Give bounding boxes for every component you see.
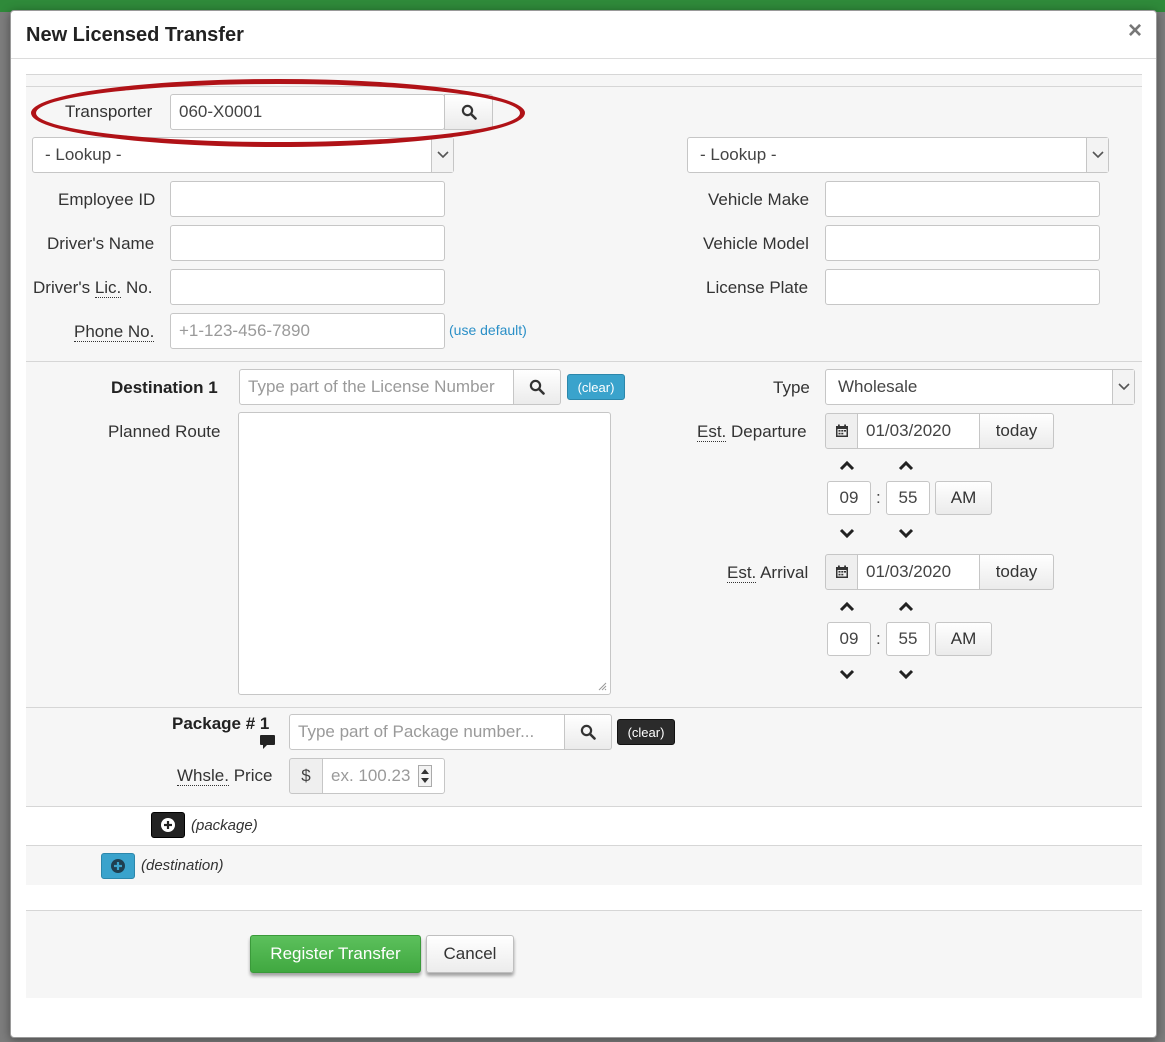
vehicle-make-input[interactable] (825, 181, 1100, 217)
departure-hour-input[interactable]: 09 (827, 481, 871, 515)
destination-search-button[interactable] (513, 369, 561, 405)
label-abbr: Phone No. (74, 322, 155, 342)
close-icon[interactable]: × (1128, 19, 1142, 43)
vehicle-model-input[interactable] (825, 225, 1100, 261)
drivers-license-label: Driver's Lic. No. (33, 278, 152, 298)
est-arrival-label: Est. Arrival (727, 563, 808, 583)
modal-footer (26, 911, 1142, 998)
register-transfer-button[interactable]: Register Transfer (250, 935, 421, 973)
label-part: Price (228, 766, 273, 785)
type-value: Wholesale (838, 377, 918, 396)
calendar-icon (835, 565, 848, 578)
est-departure-label: Est. Departure (697, 422, 807, 442)
departure-today-button[interactable]: today (979, 413, 1054, 449)
plus-circle-icon (111, 859, 125, 873)
transporter-search-button[interactable] (444, 94, 493, 130)
divider (26, 86, 1142, 87)
label-abbr: Est. (727, 563, 757, 583)
phone-input[interactable]: +1-123-456-7890 (170, 313, 445, 349)
time-separator: : (876, 629, 881, 648)
cancel-button[interactable]: Cancel (426, 935, 514, 973)
modal-title: New Licensed Transfer (26, 24, 244, 46)
package-search-button[interactable] (564, 714, 612, 750)
label-abbr: Est. (697, 422, 727, 442)
arrival-hour-down-icon[interactable] (837, 666, 857, 682)
calendar-icon (835, 424, 848, 437)
add-package-label: (package) (191, 817, 258, 834)
driver-lookup-select[interactable]: - Lookup - (32, 137, 454, 173)
arrival-minute-up-icon[interactable] (896, 599, 916, 615)
vehicle-lookup-select[interactable]: - Lookup - (687, 137, 1109, 173)
destination-clear-button[interactable]: (clear) (567, 374, 625, 400)
label-part: Driver's (33, 278, 95, 297)
divider (26, 806, 1142, 807)
arrival-ampm-button[interactable]: AM (935, 622, 992, 656)
driver-lookup-value: - Lookup - (45, 145, 122, 164)
arrival-hour-up-icon[interactable] (837, 599, 857, 615)
departure-date-input[interactable]: 01/03/2020 (857, 413, 980, 449)
departure-hour-up-icon[interactable] (837, 458, 857, 474)
type-select[interactable]: Wholesale (825, 369, 1135, 405)
departure-minute-input[interactable]: 55 (886, 481, 930, 515)
add-destination-button[interactable] (101, 853, 135, 879)
divider (26, 74, 1142, 75)
comment-icon[interactable] (260, 735, 275, 749)
vehicle-make-label: Vehicle Make (708, 190, 810, 209)
employee-id-label: Employee ID (58, 190, 156, 209)
drivers-name-input[interactable] (170, 225, 445, 261)
label-part: No. (121, 278, 153, 297)
use-default-link[interactable]: (use default) (449, 322, 527, 338)
plus-circle-icon (161, 818, 175, 832)
modal-header: New Licensed Transfer × (11, 11, 1156, 59)
search-icon (529, 379, 545, 395)
departure-ampm-button[interactable]: AM (935, 481, 992, 515)
label-part: Departure (726, 422, 807, 441)
transporter-label: Transporter (65, 102, 153, 121)
arrival-minute-down-icon[interactable] (896, 666, 916, 682)
license-plate-input[interactable] (825, 269, 1100, 305)
planned-route-textarea[interactable] (238, 412, 611, 695)
search-icon (461, 104, 477, 120)
wholesale-price-label: Whsle. Price (177, 766, 272, 786)
label-part: Arrival (756, 563, 809, 582)
arrival-date-input[interactable]: 01/03/2020 (857, 554, 980, 590)
vehicle-model-label: Vehicle Model (703, 234, 809, 253)
search-icon (580, 724, 596, 740)
chevron-down-icon (1086, 138, 1108, 172)
vehicle-lookup-value: - Lookup - (700, 145, 777, 164)
number-spinner-icon[interactable] (418, 765, 432, 787)
package-clear-button[interactable]: (clear) (617, 719, 675, 745)
calendar-addon (825, 554, 858, 590)
drivers-license-input[interactable] (170, 269, 445, 305)
arrival-today-button[interactable]: today (979, 554, 1054, 590)
add-package-button[interactable] (151, 812, 185, 838)
planned-route-label: Planned Route (108, 422, 221, 441)
resize-grip-icon[interactable] (597, 681, 607, 691)
destination-license-input[interactable]: Type part of the License Number (239, 369, 514, 405)
label-abbr: Lic. (94, 278, 122, 298)
currency-addon: $ (289, 758, 323, 794)
package-number-input[interactable]: Type part of Package number... (289, 714, 565, 750)
drivers-name-label: Driver's Name (47, 234, 155, 253)
time-separator: : (876, 488, 881, 507)
new-transfer-modal: New Licensed Transfer × Transporter 060-… (10, 10, 1157, 1038)
type-label: Type (773, 378, 810, 397)
departure-minute-down-icon[interactable] (896, 525, 916, 541)
arrival-minute-input[interactable]: 55 (886, 622, 930, 656)
destination-label: Destination 1 (111, 378, 218, 397)
package-label: Package # 1 (172, 714, 270, 733)
employee-id-input[interactable] (170, 181, 445, 217)
calendar-addon (825, 413, 858, 449)
departure-hour-down-icon[interactable] (837, 525, 857, 541)
phone-label: Phone No. (74, 322, 155, 342)
add-destination-label: (destination) (141, 857, 224, 874)
chevron-down-icon (431, 138, 453, 172)
chevron-down-icon (1112, 370, 1134, 404)
departure-minute-up-icon[interactable] (896, 458, 916, 474)
arrival-hour-input[interactable]: 09 (827, 622, 871, 656)
label-abbr: Whsle. (177, 766, 229, 786)
transporter-input[interactable]: 060-X0001 (170, 94, 445, 130)
license-plate-label: License Plate (706, 278, 809, 297)
